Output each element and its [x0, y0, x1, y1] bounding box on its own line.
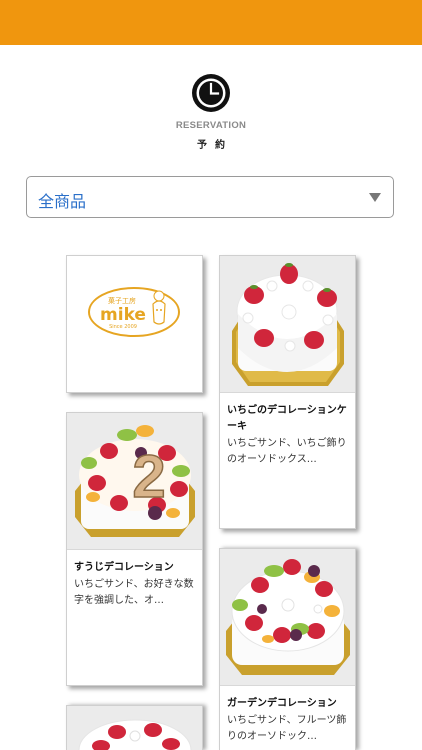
logo-top-text: 菓子工房	[108, 296, 136, 305]
shop-logo-card: 菓子工房 mike Since 2009	[66, 255, 203, 393]
product-description: いちごサンド、フルーツ飾りのオーソドック…	[227, 715, 347, 742]
product-card[interactable]: ガーデンデコレーション いちごサンド、フルーツ飾りのオーソドック…	[219, 548, 356, 750]
page-title-en: RESERVATION	[175, 120, 247, 131]
product-image	[220, 549, 355, 686]
product-card[interactable]	[66, 705, 203, 750]
page-title: 予約	[197, 140, 233, 151]
product-image	[220, 256, 355, 393]
product-card[interactable]: 2 すうじデコレーション いちごサンド、お好きな数字を強調した、オ…	[66, 412, 203, 686]
logo-image: 菓子工房 mike Since 2009	[88, 287, 180, 337]
category-select-value: 全商品	[38, 192, 87, 211]
category-select[interactable]: 全商品	[26, 176, 394, 218]
product-image: 2	[67, 413, 202, 550]
top-app-bar	[0, 0, 422, 45]
svg-text:2: 2	[132, 443, 165, 510]
product-card[interactable]: いちごのデコレーションケーキ いちごサンド、いちご飾りのオーソドックス…	[219, 255, 356, 529]
product-description: いちごサンド、お好きな数字を強調した、オ…	[74, 579, 194, 606]
product-title: すうじデコレーション	[74, 562, 174, 573]
clock-icon	[192, 74, 230, 112]
shop-logo: 菓子工房 mike Since 2009	[67, 256, 202, 392]
product-title: ガーデンデコレーション	[227, 698, 337, 709]
product-image	[67, 706, 202, 750]
product-description: いちごサンド、いちご飾りのオーソドックス…	[227, 438, 347, 465]
logo-brand: mike	[100, 305, 146, 325]
logo-since: Since 2009	[109, 324, 137, 330]
caret-down-icon	[369, 193, 381, 202]
product-title: いちごのデコレーションケーキ	[227, 405, 347, 432]
